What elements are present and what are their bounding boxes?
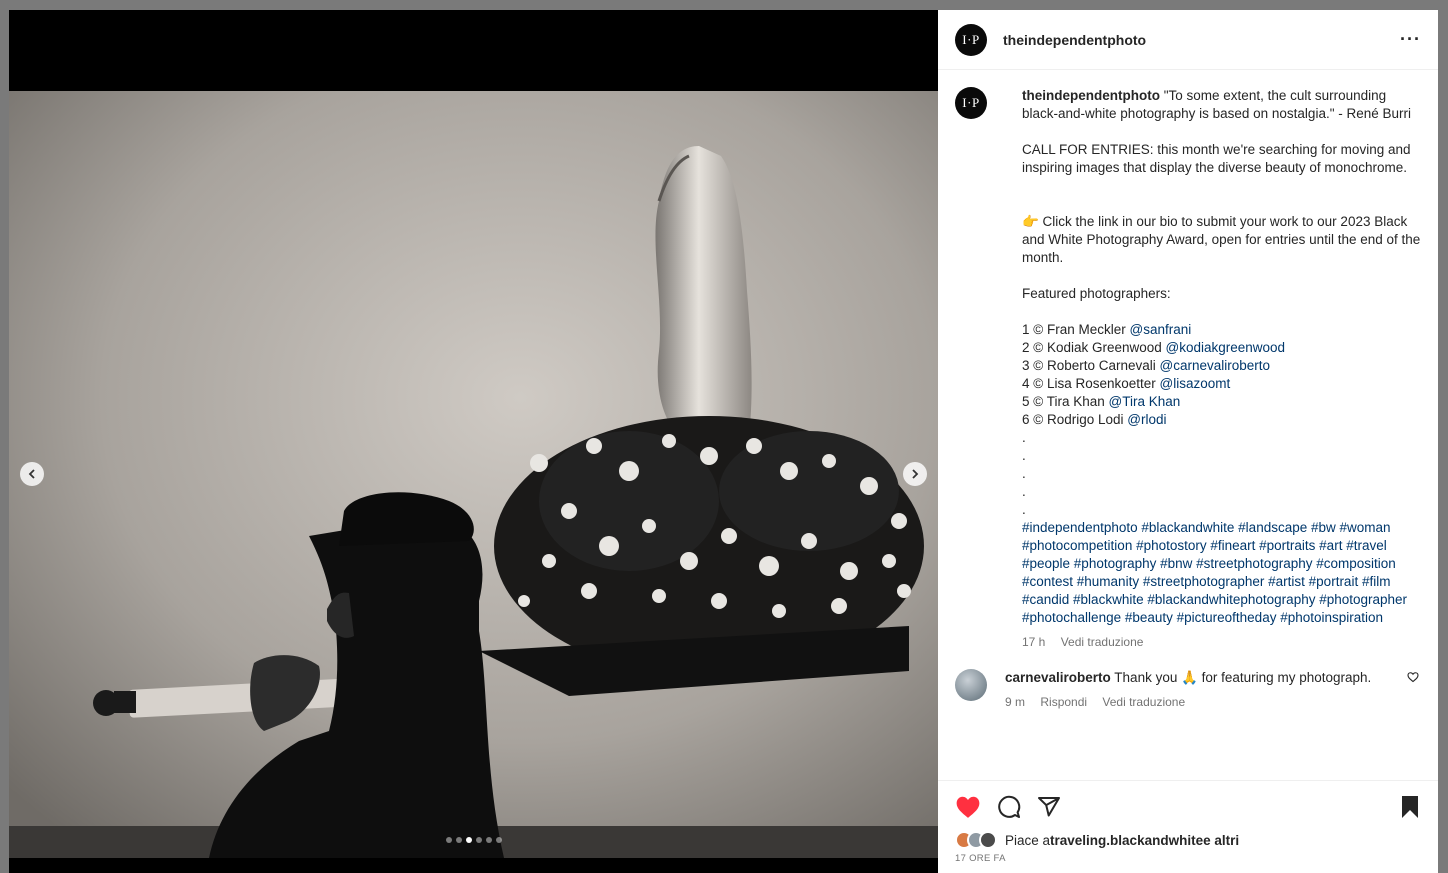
photographer-credit: 6 © Rodrigo Lodi @rlodi	[1022, 411, 1421, 429]
caption-cta: 👉 Click the link in our bio to submit yo…	[1022, 214, 1421, 265]
credit-text: 4 © Lisa Rosenkoetter	[1022, 376, 1160, 391]
caption-meta: 17 h Vedi traduzione	[1022, 633, 1421, 651]
carousel-dot	[456, 837, 462, 843]
comment-translate-link[interactable]: Vedi traduzione	[1102, 695, 1185, 709]
carousel-dot	[496, 837, 502, 843]
post-modal: I·P theindependentphoto ··· I·P theindep…	[9, 10, 1438, 873]
action-icons	[938, 781, 1438, 819]
likes-prefix: Piace a	[1005, 832, 1051, 848]
mention-link[interactable]: @rlodi	[1127, 412, 1166, 427]
author-avatar[interactable]: I·P	[955, 23, 987, 56]
featured-heading: Featured photographers:	[1022, 286, 1171, 301]
photographer-credit: 2 © Kodiak Greenwood @kodiakgreenwood	[1022, 339, 1421, 357]
mention-link[interactable]: @kodiakgreenwood	[1166, 340, 1286, 355]
likes-summary: Piace a traveling.blackandwhite e altri	[938, 831, 1438, 849]
mention-link[interactable]: @sanfrani	[1129, 322, 1191, 337]
carousel-dot	[476, 837, 482, 843]
carousel-indicator	[446, 837, 502, 843]
post-actions: Piace a traveling.blackandwhite e altri …	[938, 780, 1438, 873]
commenter-avatar[interactable]	[955, 669, 987, 701]
comment-content: carnevaliroberto Thank you 🙏 for featuri…	[1005, 669, 1395, 687]
commenter-username[interactable]: carnevaliroberto	[1005, 670, 1111, 685]
photographer-credit: 5 © Tira Khan @Tira Khan	[1022, 393, 1421, 411]
post-timestamp: 17 ORE FA	[955, 853, 1006, 864]
carousel-prev-button[interactable]	[20, 462, 44, 486]
likes-others[interactable]: e altri	[1203, 833, 1239, 848]
credit-text: 6 © Rodrigo Lodi	[1022, 412, 1128, 427]
caption: I·P theindependentphoto "To some extent,…	[955, 87, 1421, 651]
author-username[interactable]: theindependentphoto	[1003, 32, 1146, 48]
caption-username[interactable]: theindependentphoto	[1022, 88, 1160, 103]
post-photo[interactable]	[9, 91, 938, 858]
comment-time: 9 m	[1005, 695, 1026, 709]
credit-text: 1 © Fran Meckler	[1022, 322, 1130, 337]
reply-link[interactable]: Rispondi	[1040, 695, 1087, 709]
post-media	[9, 10, 938, 873]
caption-avatar[interactable]: I·P	[955, 87, 987, 119]
photographer-credit: 1 © Fran Meckler @sanfrani	[1022, 321, 1421, 339]
comment: carnevaliroberto Thank you 🙏 for featuri…	[955, 669, 1421, 711]
liker-avatars[interactable]	[955, 831, 997, 849]
more-options-icon[interactable]: ···	[1400, 29, 1421, 50]
photographer-credit: 3 © Roberto Carnevali @carnevaliroberto	[1022, 357, 1421, 375]
share-icon[interactable]	[1037, 795, 1061, 819]
comment-like-icon[interactable]	[1407, 671, 1419, 683]
carousel-dot-active	[466, 837, 472, 843]
caption-dots: . . . . .	[1022, 430, 1026, 517]
post-side-panel: I·P theindependentphoto ··· I·P theindep…	[938, 10, 1438, 873]
hashtags[interactable]: #independentphoto #blackandwhite #landsc…	[1022, 519, 1421, 627]
save-bookmark-icon[interactable]	[1399, 795, 1421, 819]
carousel-next-button[interactable]	[903, 462, 927, 486]
caption-time: 17 h	[1022, 635, 1046, 649]
caption-translate-link[interactable]: Vedi traduzione	[1061, 635, 1144, 649]
caption-quote: theindependentphoto "To some extent, the…	[1022, 87, 1421, 123]
credit-text: 5 © Tira Khan	[1022, 394, 1109, 409]
comment-meta: 9 m Rispondi Vedi traduzione	[1005, 693, 1395, 711]
liker-avatar	[979, 831, 997, 849]
credit-text: 3 © Roberto Carnevali	[1022, 358, 1160, 373]
carousel-dot	[446, 837, 452, 843]
like-heart-icon[interactable]	[955, 795, 981, 819]
mention-link[interactable]: @carnevaliroberto	[1160, 358, 1271, 373]
credit-text: 2 © Kodiak Greenwood	[1022, 340, 1166, 355]
caption-body: theindependentphoto "To some extent, the…	[1022, 87, 1421, 651]
caption-call: CALL FOR ENTRIES: this month we're searc…	[1022, 142, 1411, 175]
mention-link[interactable]: @lisazoomt	[1160, 376, 1231, 391]
comment-icon[interactable]	[997, 795, 1021, 819]
chevron-left-icon	[28, 469, 35, 479]
mention-link[interactable]: @Tira Khan	[1109, 394, 1181, 409]
liker-username[interactable]: traveling.blackandwhite	[1050, 833, 1203, 848]
photographer-credit: 4 © Lisa Rosenkoetter @lisazoomt	[1022, 375, 1421, 393]
comments-list[interactable]: I·P theindependentphoto "To some extent,…	[938, 71, 1438, 779]
chevron-right-icon	[912, 469, 919, 479]
comment-body: carnevaliroberto Thank you 🙏 for featuri…	[1005, 669, 1395, 711]
comment-text: Thank you 🙏 for featuring my photograph.	[1110, 670, 1372, 685]
carousel-dot	[486, 837, 492, 843]
post-header: I·P theindependentphoto ···	[938, 10, 1438, 70]
